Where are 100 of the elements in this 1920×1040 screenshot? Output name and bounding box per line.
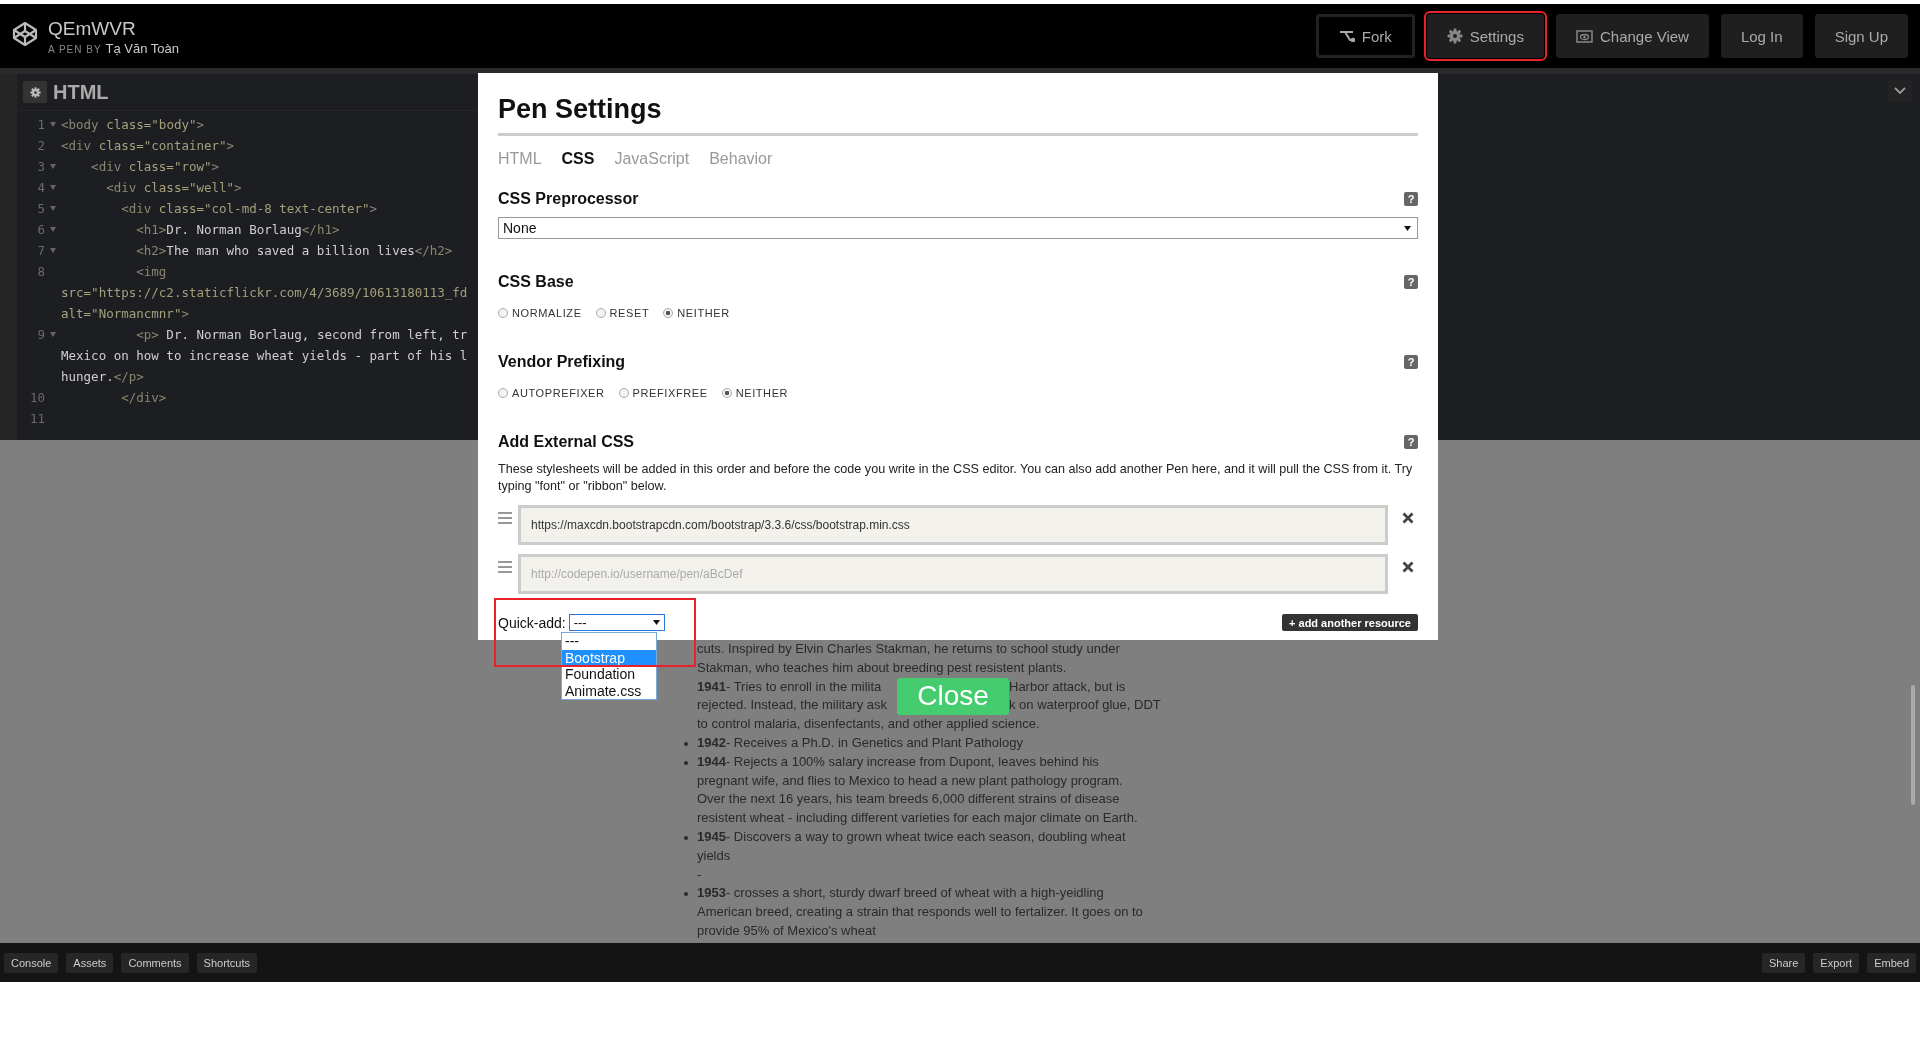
- help-icon[interactable]: ?: [1404, 435, 1418, 449]
- text-line: American breed, creating a strain that responds well to fertalizer. It goes on to: [697, 903, 1143, 922]
- radio-button[interactable]: [721, 388, 732, 398]
- footer-button[interactable]: Assets: [66, 952, 114, 973]
- text-line: 1942- Receives a Ph.D. in Genetics and Plant Pathology: [697, 734, 1023, 752]
- help-icon[interactable]: ?: [1404, 355, 1418, 369]
- dropdown-option[interactable]: ---: [562, 633, 656, 650]
- text-line: k on waterproof glue, DDT: [1009, 696, 1161, 715]
- fork-icon: [1338, 30, 1355, 42]
- add-resource-button[interactable]: + add another resource: [1282, 614, 1418, 631]
- byline-label: A PEN BY: [48, 43, 102, 55]
- radio-label: AUTOPREFIXER: [512, 387, 605, 399]
- fold-caret-icon[interactable]: [50, 122, 56, 127]
- caret-icon: [1404, 225, 1411, 231]
- dropdown-option[interactable]: Foundation: [562, 666, 656, 683]
- bullet-icon: [684, 742, 688, 746]
- line-number: 1: [37, 117, 45, 132]
- header-button[interactable]: Sign Up: [1814, 14, 1908, 58]
- quick-add-label: Quick-add:: [498, 614, 566, 631]
- text-line: pregnant wife, and flies to Mexico to head a new plant pathology program.: [697, 771, 1123, 790]
- fold-caret-icon[interactable]: [50, 227, 56, 232]
- caret-icon: [652, 620, 660, 625]
- code-line: <h2>The man who saved a billion lives</h2>: [135, 242, 453, 260]
- quick-add-select[interactable]: ---: [568, 614, 665, 631]
- header-button[interactable]: Fork: [1315, 14, 1415, 58]
- tab[interactable]: CSS: [561, 150, 595, 168]
- code-line: <div class="row">: [90, 158, 220, 176]
- fold-caret-icon[interactable]: [50, 206, 56, 211]
- radio-button[interactable]: [498, 308, 508, 318]
- code-line: <body class="body">: [61, 116, 204, 134]
- text-line: to control malaria, disenfectants, and other applied science.: [697, 715, 1040, 734]
- radio-button[interactable]: [595, 308, 606, 318]
- header-button[interactable]: Settings: [1426, 14, 1544, 58]
- bullet-icon: [684, 835, 688, 840]
- line-number: 4: [37, 180, 45, 195]
- code-line: <img: [135, 263, 167, 281]
- radio-button[interactable]: [618, 388, 629, 398]
- author-link[interactable]: Tạ Văn Toàn: [105, 40, 180, 56]
- text-line: Over the next 16 years, his team breeds 6,000 different strains of disease: [697, 790, 1120, 809]
- preprocessor-select[interactable]: None: [498, 217, 1418, 239]
- footer-button[interactable]: Share: [1762, 952, 1806, 973]
- header-button[interactable]: Change View: [1555, 14, 1709, 58]
- text-line: resistent wheat - including different varieties for each major climate on Earth.: [697, 809, 1138, 828]
- line-number: 5: [37, 201, 45, 216]
- editor-title: HTML: [53, 80, 109, 104]
- footer-button[interactable]: Embed: [1867, 952, 1916, 973]
- fold-caret-icon[interactable]: [50, 332, 56, 337]
- close-icon[interactable]: [1402, 512, 1414, 524]
- code-line: <h1>Dr. Norman Borlaug</h1>: [135, 221, 340, 239]
- fold-caret-icon[interactable]: [50, 185, 56, 190]
- radio-button[interactable]: [663, 308, 674, 318]
- drag-handle-icon[interactable]: [498, 561, 512, 573]
- collapse-button[interactable]: [1888, 80, 1912, 102]
- close-icon[interactable]: [1402, 561, 1414, 573]
- line-number: 3: [37, 159, 45, 174]
- cube-logo-icon[interactable]: [12, 20, 38, 47]
- text-line: provide 95% of Mexico's wheat: [697, 921, 876, 940]
- footer-button[interactable]: Shortcuts: [196, 952, 258, 973]
- dropdown-option[interactable]: Animate.css: [562, 682, 656, 699]
- code-line: <div class="container">: [61, 137, 235, 155]
- text-line: 1944- Rejects a 100% salary increase from Dupont, leaves behind his: [697, 752, 1099, 771]
- line-number: 2: [37, 138, 45, 153]
- line-number: 11: [29, 411, 45, 426]
- radio-label: RESET: [609, 307, 650, 319]
- line-number: 6: [37, 222, 45, 237]
- scrollbar-thumb[interactable]: [1911, 685, 1915, 805]
- section-title: Add External CSS: [498, 433, 635, 451]
- line-number: 9: [37, 327, 45, 342]
- code-line: <p> Dr. Norman Borlaug, second from left, tr: [135, 326, 468, 344]
- radio-label: NORMALIZE: [512, 307, 582, 319]
- settings-icon[interactable]: [23, 81, 47, 103]
- text-line: Stakman, who teaches him about breeding pest resistent plants.: [697, 658, 1067, 677]
- code-line: alt="Normancmnr">: [61, 305, 189, 323]
- line-number: 8: [37, 264, 45, 279]
- code-line: <div class="well">: [105, 179, 242, 197]
- fold-caret-icon[interactable]: [50, 164, 56, 169]
- footer-button[interactable]: Export: [1813, 952, 1860, 973]
- help-icon[interactable]: ?: [1404, 192, 1418, 206]
- code-line: Mexico on how to increase wheat yields - part of his l: [61, 347, 468, 365]
- settings-icon: [1446, 28, 1463, 44]
- footer-button[interactable]: Comments: [121, 952, 189, 973]
- code-line: <div class="col-md-8 text-center">: [120, 200, 378, 218]
- line-number: 7: [37, 243, 45, 258]
- dialog-title: Pen Settings: [498, 89, 1418, 136]
- text-line: yields: [697, 846, 731, 865]
- header-button[interactable]: Log In: [1720, 14, 1803, 58]
- bullet-icon: [684, 760, 688, 765]
- drag-handle-icon[interactable]: [498, 512, 512, 524]
- code-line: </div>: [120, 389, 167, 407]
- fold-caret-icon[interactable]: [50, 248, 56, 253]
- line-number: 10: [29, 390, 45, 405]
- help-icon[interactable]: ?: [1404, 275, 1418, 289]
- footer-button[interactable]: Console: [4, 952, 59, 973]
- chevron-down-icon: [1894, 87, 1906, 95]
- radio-button[interactable]: [498, 388, 508, 398]
- section-title: CSS Base: [498, 273, 574, 291]
- description-text: These stylesheets will be added in this order and before the code you write in the CSS editor. You can also add another Pen here, and it will pull the CSS from it. Try typing "font" or "ribbon" below.: [498, 461, 1414, 495]
- url-field[interactable]: http://codepen.io/username/pen/aBcDef: [518, 554, 1388, 594]
- url-field[interactable]: https://maxcdn.bootstrapcdn.com/bootstrap/3.3.6/css/bootstrap.min.css: [518, 505, 1388, 545]
- text-line: Harbor attack, but is: [1009, 677, 1126, 696]
